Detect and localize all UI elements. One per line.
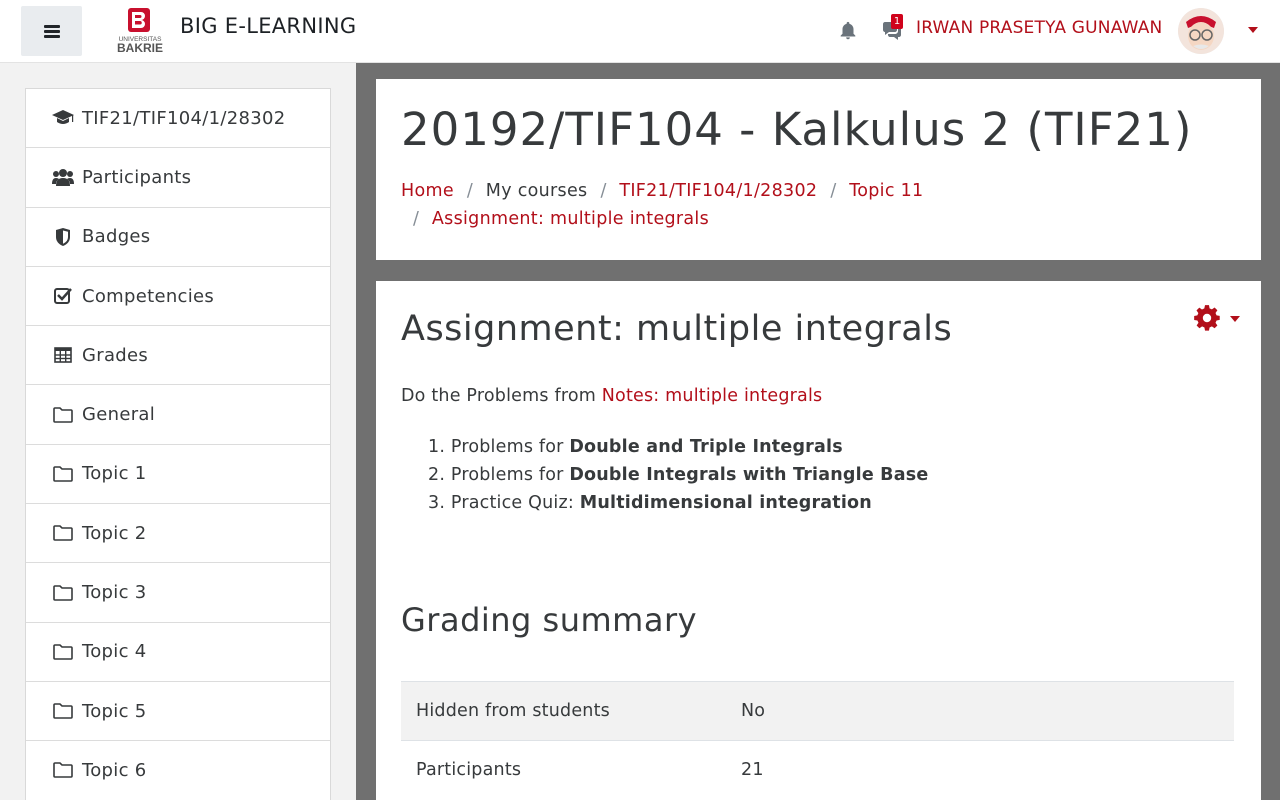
table-cell-label: Participants: [416, 760, 522, 780]
table-row: Participants 21: [401, 740, 1234, 799]
breadcrumb-topic-link[interactable]: Topic 11: [849, 181, 923, 201]
folder-icon: [52, 583, 74, 603]
grading-summary-table: Hidden from students No Participants 21: [401, 681, 1234, 799]
table-icon: [52, 345, 74, 365]
breadcrumb-separator: /: [600, 181, 607, 201]
breadcrumb-home-link[interactable]: Home: [401, 181, 454, 201]
sidebar-item-label: Participants: [82, 166, 192, 188]
list-item: 2. Problems for Double Integrals with Tr…: [428, 461, 928, 489]
task-prefix: Problems for: [450, 437, 570, 457]
folder-icon: [52, 642, 74, 662]
folder-icon: [52, 701, 74, 721]
sidebar-item-label: Topic 1: [82, 463, 147, 485]
grading-summary-title: Grading summary: [401, 601, 698, 639]
hamburger-icon: [43, 24, 60, 38]
users-icon: [52, 167, 74, 187]
user-menu-name[interactable]: IRWAN PRASETYA GUNAWAN: [916, 18, 1162, 38]
sidebar-item-topic-2[interactable]: Topic 2: [26, 504, 330, 564]
task-name: Double Integrals with Triangle Base: [569, 465, 929, 485]
list-item: 1. Problems for Double and Triple Integr…: [428, 433, 928, 461]
assignment-intro: Do the Problems from Notes: multiple int…: [401, 386, 822, 406]
table-row: Hidden from students No: [401, 681, 1234, 740]
sidebar-item-label: Topic 6: [82, 759, 147, 781]
sidebar-item-topic-4[interactable]: Topic 4: [26, 623, 330, 682]
site-name[interactable]: BIG E-LEARNING: [180, 14, 356, 38]
user-menu-caret-icon[interactable]: [1248, 27, 1258, 33]
table-cell-value: No: [741, 701, 766, 721]
table-cell-value: 21: [741, 760, 764, 780]
sidebar-item-course[interactable]: TIF21/TIF104/1/28302: [26, 89, 330, 149]
sidebar-item-topic-1[interactable]: Topic 1: [26, 445, 330, 505]
sidebar-item-topic-5[interactable]: Topic 5: [26, 682, 330, 742]
breadcrumb-assignment-link[interactable]: Assignment: multiple integrals: [432, 209, 709, 229]
task-number: 1.: [428, 437, 446, 457]
gear-icon[interactable]: [1193, 304, 1221, 332]
task-prefix: Practice Quiz:: [450, 493, 580, 513]
table-cell-label: Hidden from students: [416, 701, 610, 721]
course-nav-drawer: TIF21/TIF104/1/28302 Participants Badges…: [25, 88, 331, 800]
top-navbar: UNIVERSITAS BAKRIE BIG E-LEARNING 1 IRWA…: [0, 0, 1280, 63]
sidebar-item-badges[interactable]: Badges: [26, 208, 330, 267]
sidebar-item-topic-3[interactable]: Topic 3: [26, 563, 330, 623]
sidebar-item-label: Grades: [82, 344, 149, 366]
sidebar-item-label: Competencies: [82, 285, 215, 307]
check-square-icon: [52, 286, 74, 306]
folder-icon: [52, 760, 74, 780]
folder-icon: [52, 405, 74, 425]
sidebar-item-competencies[interactable]: Competencies: [26, 267, 330, 327]
page-header: 20192/TIF104 - Kalkulus 2 (TIF21) Home / M…: [376, 79, 1261, 260]
sidebar-item-label: Topic 3: [82, 582, 147, 604]
breadcrumb-my-courses: My courses: [485, 181, 588, 201]
task-prefix: Problems for: [450, 465, 570, 485]
intro-prefix: Do the Problems from: [401, 386, 602, 406]
task-list: 1. Problems for Double and Triple Integr…: [428, 433, 928, 517]
university-logo[interactable]: UNIVERSITAS BAKRIE: [107, 8, 173, 54]
breadcrumb-separator: /: [413, 209, 419, 229]
page-title: 20192/TIF104 - Kalkulus 2 (TIF21): [401, 103, 1193, 156]
sidebar-item-label: Topic 4: [82, 641, 147, 663]
folder-icon: [52, 464, 74, 484]
notes-link[interactable]: Notes: multiple integrals: [602, 386, 823, 406]
shield-icon: [52, 227, 74, 247]
bell-icon[interactable]: [837, 20, 859, 42]
sidebar-item-label: Topic 5: [82, 700, 147, 722]
task-name: Multidimensional integration: [579, 493, 872, 513]
assignment-content: Assignment: multiple integrals Do the Pr…: [376, 281, 1261, 800]
logo-bottom-text: BAKRIE: [117, 41, 163, 54]
sidebar-item-topic-6[interactable]: Topic 6: [26, 741, 330, 800]
message-count-badge: 1: [891, 14, 903, 29]
user-avatar[interactable]: [1178, 8, 1224, 54]
sidebar-item-general[interactable]: General: [26, 385, 330, 445]
breadcrumb-separator: /: [466, 181, 473, 201]
breadcrumb-separator: /: [830, 181, 837, 201]
activity-title: Assignment: multiple integrals: [401, 309, 953, 349]
gear-menu-caret-icon[interactable]: [1230, 316, 1240, 322]
breadcrumb-course-link[interactable]: TIF21/TIF104/1/28302: [619, 181, 817, 201]
sidebar-item-label: TIF21/TIF104/1/28302: [82, 107, 286, 129]
breadcrumb: Home / My courses / TIF21/TIF104/1/28302 / Top…: [401, 177, 1241, 233]
graduation-cap-icon: [52, 108, 74, 128]
sidebar-item-participants[interactable]: Participants: [26, 148, 330, 208]
sidebar-item-grades[interactable]: Grades: [26, 326, 330, 386]
menu-toggle-button[interactable]: [21, 6, 82, 56]
task-name: Double and Triple Integrals: [569, 437, 843, 457]
sidebar-item-label: Topic 2: [82, 522, 147, 544]
task-number: 3.: [428, 493, 446, 513]
folder-icon: [52, 523, 74, 543]
list-item: 3. Practice Quiz: Multidimensional integ…: [428, 489, 928, 517]
sidebar-item-label: General: [82, 404, 156, 426]
sidebar-item-label: Badges: [82, 226, 151, 248]
task-number: 2.: [428, 465, 446, 485]
